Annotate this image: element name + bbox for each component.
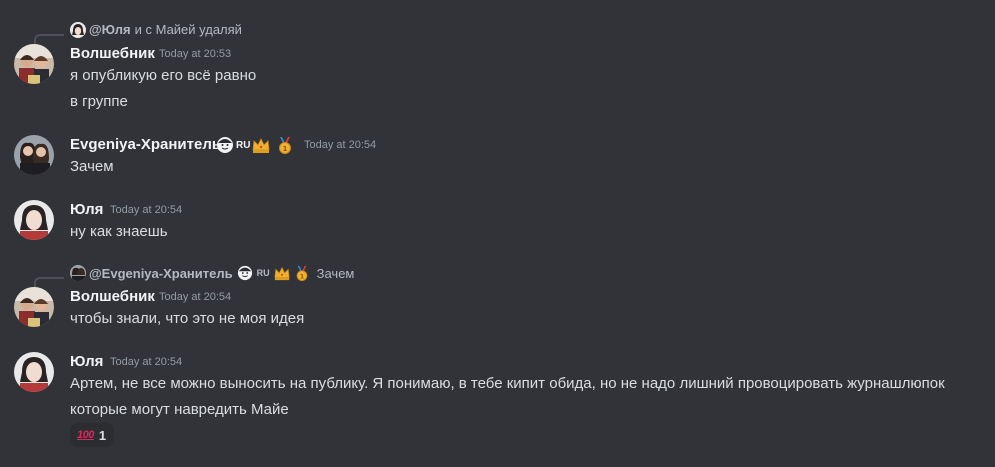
ru-badge: RU <box>256 268 270 278</box>
reply-author[interactable]: @Evgeniya-Хранитель <box>89 266 233 281</box>
crown-icon <box>252 138 270 154</box>
avatar[interactable] <box>14 352 54 392</box>
avatar[interactable] <box>14 200 54 240</box>
message-text: чтобы знали, что это не моя идея <box>70 310 305 327</box>
timestamp[interactable]: Today at 20:54 <box>110 204 182 216</box>
reaction-button[interactable]: 100 1 <box>70 423 114 447</box>
author-name[interactable]: Волшебник <box>70 45 155 62</box>
reaction-count: 1 <box>98 427 107 443</box>
author-name[interactable]: Волшебник <box>70 288 155 305</box>
reply-text: Зачем <box>316 265 355 281</box>
avatar[interactable] <box>14 44 54 84</box>
author-name[interactable]: Юля <box>70 353 103 370</box>
avatar-badge-icon <box>237 265 253 281</box>
message-text: Артем, не все можно выносить на публику.… <box>70 375 945 392</box>
medal-icon <box>279 136 292 154</box>
avatar-badge-icon <box>216 136 234 154</box>
avatar[interactable] <box>14 287 54 327</box>
reply-author[interactable]: @Юля <box>89 22 131 37</box>
message-text: в группе <box>70 93 128 110</box>
message-text: я опубликую его всё равно <box>70 67 257 84</box>
message-text: которые могут навредить Майе <box>70 401 289 418</box>
medal-icon <box>296 265 307 281</box>
crown-icon <box>274 267 290 281</box>
avatar[interactable] <box>14 135 54 175</box>
ru-badge: RU <box>236 139 251 151</box>
100-icon: 100 <box>77 429 94 441</box>
message-text: ну как знаешь <box>70 223 168 240</box>
author-badges: RU <box>216 136 294 154</box>
author-name[interactable]: Evgeniya-Хранитель <box>70 136 221 153</box>
reply-avatar[interactable] <box>70 22 86 38</box>
author-name[interactable]: Юля <box>70 201 103 218</box>
author-name-text: Evgeniya-Хранитель <box>70 136 222 153</box>
message-text: Зачем <box>70 158 114 175</box>
timestamp[interactable]: Today at 20:53 <box>159 48 231 60</box>
timestamp[interactable]: Today at 20:54 <box>159 291 231 303</box>
reply-preview[interactable]: @Evgeniya-Хранитель RU Зачем <box>89 265 354 281</box>
reply-text: и с Майей удаляй <box>134 22 242 37</box>
timestamp[interactable]: Today at 20:54 <box>110 356 182 368</box>
timestamp[interactable]: Today at 20:54 <box>304 139 376 151</box>
reply-preview[interactable]: @Юля и с Майей удаляй <box>89 22 242 37</box>
reply-avatar[interactable] <box>70 265 86 281</box>
